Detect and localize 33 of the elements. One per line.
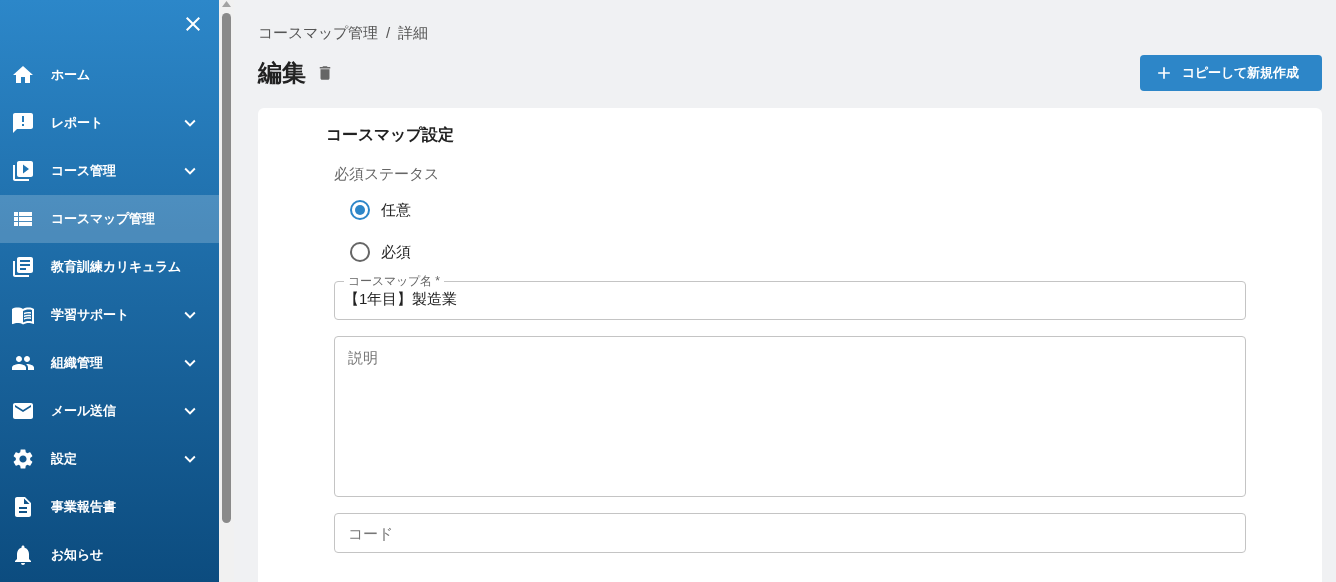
copy-create-button[interactable]: コピーして新規作成	[1140, 54, 1322, 91]
description-field[interactable]: 説明	[334, 336, 1246, 497]
field-label: コースマップ名 *	[347, 275, 441, 287]
settings-icon	[11, 447, 35, 471]
name-input[interactable]: 【1年目】製造業	[344, 288, 1236, 311]
sidebar-item[interactable]: 組織管理	[0, 339, 219, 387]
sidebar-item[interactable]: 学習サポート	[0, 291, 219, 339]
sidebar-item[interactable]: 教育訓練カリキュラム	[0, 243, 219, 291]
radio-button[interactable]	[350, 200, 370, 220]
sidebar-item[interactable]: コースマップ管理	[0, 195, 219, 243]
field-label: 必須ステータス	[334, 163, 440, 184]
section-title: コースマップ設定	[326, 124, 455, 145]
sidebar-item[interactable]: コース管理	[0, 147, 219, 195]
breadcrumb-link[interactable]: コースマップ管理	[258, 22, 378, 45]
video-library-icon	[11, 159, 35, 183]
breadcrumb-current: 詳細	[398, 23, 429, 43]
sidebar-item[interactable]: お知らせ	[0, 531, 219, 579]
speech-bubble-icon	[11, 111, 35, 135]
name-field[interactable]: コースマップ名 * 【1年目】製造業	[334, 275, 1246, 320]
document-stack-icon	[11, 255, 35, 279]
page-title: 編集	[258, 57, 306, 88]
sidebar-item[interactable]: メール送信	[0, 387, 219, 435]
sidebar-item[interactable]: ホーム	[0, 51, 219, 99]
sidebar-item[interactable]: レポート	[0, 99, 219, 147]
sidebar-item[interactable]: 設定	[0, 435, 219, 483]
scrollbar-thumb[interactable]	[222, 13, 231, 523]
radio-option[interactable]: 任意	[350, 189, 1246, 231]
code-field[interactable]: コード	[334, 513, 1246, 553]
radio-button[interactable]	[350, 242, 370, 262]
sidebar-item[interactable]: 事業報告書	[0, 483, 219, 531]
scroll-up-icon[interactable]	[222, 1, 231, 7]
radio-option[interactable]: 必須	[350, 231, 1246, 273]
breadcrumb-separator: /	[386, 23, 391, 43]
